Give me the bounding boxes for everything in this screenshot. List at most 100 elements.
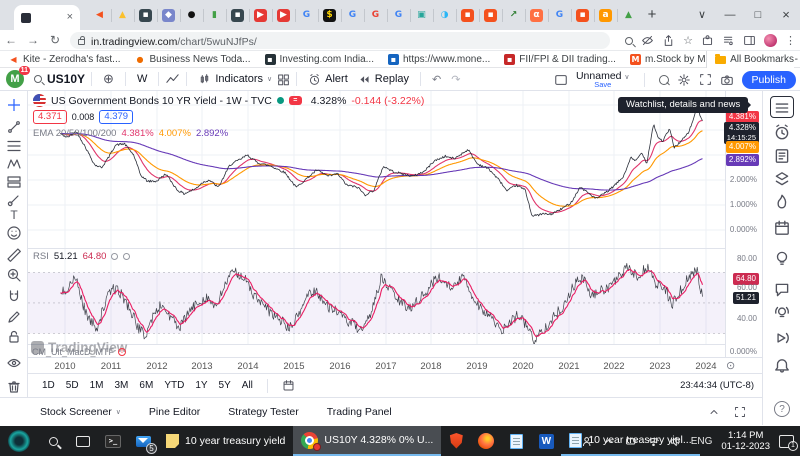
alerts-icon[interactable] bbox=[773, 123, 791, 141]
measure-ruler-icon[interactable] bbox=[6, 247, 22, 263]
macd-indicator-legend[interactable]: CM_Ult_MacD_MTF ! bbox=[32, 347, 126, 357]
pinned-tab[interactable]: G bbox=[387, 0, 410, 30]
pinned-tab[interactable]: ▲ bbox=[111, 0, 134, 30]
save-label[interactable]: Save bbox=[594, 81, 611, 89]
maximize-button[interactable]: □ bbox=[744, 0, 772, 30]
range-button[interactable]: 1D bbox=[42, 380, 55, 391]
user-avatar[interactable]: M11 bbox=[6, 70, 24, 88]
start-button[interactable] bbox=[0, 426, 38, 456]
profile-avatar[interactable] bbox=[764, 34, 777, 47]
bookmark-item[interactable]: ◀Kite - Zerodha's fast... bbox=[8, 54, 121, 65]
long-position-icon[interactable] bbox=[6, 174, 22, 190]
mail-app-button[interactable]: 5 bbox=[128, 426, 158, 456]
gear-icon[interactable] bbox=[123, 253, 130, 260]
fullscreen-icon[interactable] bbox=[699, 73, 712, 86]
rsi-legend[interactable]: RSI 51.21 64.80 bbox=[33, 251, 130, 262]
text-tool-icon[interactable]: T bbox=[6, 208, 22, 224]
range-button[interactable]: YTD bbox=[164, 380, 184, 391]
minimize-button[interactable]: — bbox=[716, 0, 744, 30]
undo-icon[interactable]: ↶ bbox=[427, 73, 446, 86]
range-button[interactable]: 5Y bbox=[219, 380, 231, 391]
note-window-task[interactable]: 10 year treasury yield bbox=[158, 426, 293, 456]
pinned-tab[interactable]: ◑ bbox=[433, 0, 456, 30]
pinned-tab[interactable]: ▮ bbox=[203, 0, 226, 30]
show-hidden-icons[interactable] bbox=[603, 435, 615, 447]
notifications-bell-icon[interactable] bbox=[773, 357, 791, 375]
range-button[interactable]: 1Y bbox=[195, 380, 207, 391]
pinned-tab[interactable]: ▪ bbox=[456, 0, 479, 30]
browser-menu-icon[interactable]: ⋮ bbox=[785, 34, 796, 47]
new-tab-button[interactable]: + bbox=[641, 4, 663, 26]
address-bar[interactable]: in.tradingview.com/chart/5wuNJfPs/ bbox=[70, 32, 610, 49]
time-axis[interactable]: 2010201120122013201420152016201720182019… bbox=[28, 357, 762, 373]
range-button[interactable]: All bbox=[242, 380, 253, 391]
compare-icon[interactable]: ⊕ bbox=[98, 71, 119, 87]
magnet-icon[interactable] bbox=[6, 289, 22, 305]
trend-line-icon[interactable] bbox=[6, 119, 22, 135]
back-icon[interactable]: ← bbox=[0, 33, 22, 47]
action-center-icon[interactable]: 1 bbox=[779, 435, 794, 448]
interval-button[interactable]: W bbox=[132, 73, 152, 85]
clock-tray[interactable]: 1:14 PM 01-12-2023 bbox=[721, 430, 770, 453]
pinned-tab[interactable]: ◀ bbox=[88, 0, 111, 30]
xabcd-pattern-icon[interactable] bbox=[6, 156, 22, 172]
range-button[interactable]: 1M bbox=[90, 380, 104, 391]
calendar-icon[interactable] bbox=[773, 219, 791, 237]
pinned-tab[interactable]: ↗ bbox=[502, 0, 525, 30]
close-button[interactable]: × bbox=[772, 0, 800, 30]
chart-type-icon[interactable] bbox=[165, 72, 180, 87]
pinned-tab[interactable]: G bbox=[364, 0, 387, 30]
pinned-tab[interactable]: $ bbox=[318, 0, 341, 30]
pinned-tab[interactable]: a bbox=[594, 0, 617, 30]
settings-gear-icon[interactable] bbox=[677, 73, 691, 87]
chart-area[interactable]: US Government Bonds 10 YR Yield - 1W - T… bbox=[28, 91, 725, 357]
taskbar-search-button[interactable] bbox=[38, 426, 68, 456]
range-button[interactable]: 5D bbox=[66, 380, 79, 391]
range-button[interactable]: 3M bbox=[115, 380, 129, 391]
publish-button[interactable]: Publish bbox=[742, 71, 796, 89]
help-button[interactable]: ? bbox=[774, 401, 790, 417]
camera-icon[interactable] bbox=[720, 73, 734, 87]
live-icon[interactable] bbox=[773, 329, 791, 347]
pinned-tab[interactable]: ▪ bbox=[134, 0, 157, 30]
pinned-tab[interactable]: ▪ bbox=[571, 0, 594, 30]
session-clock[interactable]: 23:44:34 (UTC-8) bbox=[680, 380, 754, 391]
indicator-templates-icon[interactable] bbox=[277, 73, 290, 86]
pinned-tab[interactable]: G bbox=[341, 0, 364, 30]
active-tab[interactable]: × bbox=[14, 5, 80, 30]
tab-close-icon[interactable]: × bbox=[67, 12, 73, 23]
range-button[interactable]: 6M bbox=[139, 380, 153, 391]
reading-list-icon[interactable] bbox=[722, 34, 735, 47]
crosshair-icon[interactable] bbox=[6, 97, 22, 113]
quick-search-icon[interactable] bbox=[659, 75, 669, 85]
bottom-tab[interactable]: Strategy Tester bbox=[228, 406, 298, 418]
forward-icon[interactable]: → bbox=[22, 33, 44, 47]
hotlists-icon[interactable] bbox=[773, 193, 791, 211]
remove-drawings-icon[interactable] bbox=[6, 379, 22, 395]
notepad-app-button[interactable] bbox=[501, 426, 531, 456]
tablet-mode-icon[interactable] bbox=[624, 435, 638, 447]
pinned-tab[interactable]: ● bbox=[180, 0, 203, 30]
news-icon[interactable] bbox=[773, 147, 791, 165]
bookmark-item[interactable]: ▪https://www.mone... bbox=[388, 54, 490, 65]
redo-icon[interactable]: ↷ bbox=[446, 73, 465, 86]
chrome-window-task[interactable]: US10Y 4.328% 0% U... bbox=[293, 426, 441, 456]
pane-separator[interactable] bbox=[28, 344, 725, 345]
bookmark-item[interactable]: ▪FII/FPI & DII trading... bbox=[504, 54, 616, 65]
watchlist-icon[interactable] bbox=[773, 99, 791, 117]
pane-separator[interactable] bbox=[28, 248, 725, 249]
wifi-icon[interactable] bbox=[647, 435, 660, 448]
people-icon[interactable] bbox=[581, 435, 594, 448]
reload-icon[interactable]: ↻ bbox=[44, 33, 66, 47]
replay-button[interactable]: Replay bbox=[353, 73, 414, 86]
indicators-button[interactable]: Indicators ∨ bbox=[193, 73, 277, 86]
emoji-icon[interactable] bbox=[6, 225, 22, 241]
pinned-tab[interactable]: G bbox=[295, 0, 318, 30]
stay-in-drawing-mode-icon[interactable] bbox=[6, 309, 22, 325]
eye-off-icon[interactable] bbox=[641, 34, 654, 47]
symbol-title[interactable]: US Government Bonds 10 YR Yield - 1W - T… bbox=[51, 95, 272, 107]
bookmark-item[interactable]: ●Business News Toda... bbox=[135, 54, 251, 65]
pinned-tab[interactable]: G bbox=[548, 0, 571, 30]
pinned-tab[interactable]: ▪ bbox=[479, 0, 502, 30]
bookmark-item[interactable]: ▪Investing.com India... bbox=[265, 54, 375, 65]
